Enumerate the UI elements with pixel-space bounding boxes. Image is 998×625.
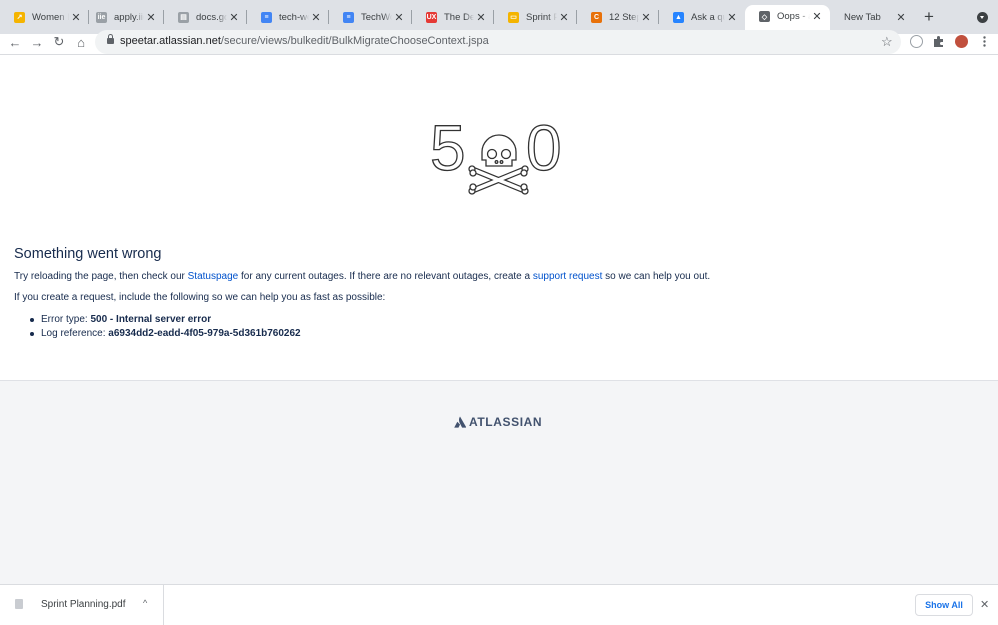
tab-close-icon[interactable]: ✕ xyxy=(392,11,406,24)
tab-close-icon[interactable]: ✕ xyxy=(309,11,323,24)
tab-favicon-icon: iie xyxy=(96,11,107,23)
log-reference-item: Log reference: a6934dd2-eadd-4f05-979a-5… xyxy=(28,327,301,341)
error-500-illustration: 5 0 xyxy=(429,111,570,212)
hero-digit-right: 0 xyxy=(526,112,562,184)
tab-search-icon[interactable] xyxy=(977,12,988,23)
tab-title[interactable]: New Tab xyxy=(844,12,894,23)
home-icon[interactable]: ⌂ xyxy=(73,34,89,50)
browser-tab[interactable]: C 12 Steps✕ xyxy=(577,6,659,28)
tab-close-icon[interactable]: ✕ xyxy=(810,10,824,23)
bookmark-star-icon[interactable]: ☆ xyxy=(881,34,893,50)
tab-title[interactable]: tech-wom xyxy=(279,12,309,23)
tab-title[interactable]: apply.iie.o xyxy=(114,12,144,23)
back-icon[interactable]: ← xyxy=(7,34,23,50)
tab-close-icon[interactable]: ✕ xyxy=(639,11,653,24)
tab-favicon-icon: ▤ xyxy=(178,11,189,23)
reload-icon[interactable]: ↻ xyxy=(51,34,67,50)
error-heading: Something went wrong xyxy=(14,246,162,262)
support-request-link[interactable]: support request xyxy=(533,271,603,282)
new-tab-button[interactable]: + xyxy=(921,8,937,25)
tab-favicon-icon: ◇ xyxy=(759,11,770,22)
puzzle-icon[interactable] xyxy=(932,35,945,48)
tab-favicon-icon: ≡ xyxy=(343,11,354,23)
tab-favicon-icon: C xyxy=(591,11,602,23)
hero-digit-left: 5 xyxy=(430,112,466,184)
tab-title[interactable]: The Desig xyxy=(444,12,474,23)
tab-close-icon[interactable]: ✕ xyxy=(69,11,83,24)
show-all-button[interactable]: Show All xyxy=(915,594,973,616)
browser-tab[interactable]: ≡ TechWom✕ xyxy=(329,6,412,28)
download-bar: Sprint Planning.pdf ^ Show All ✕ xyxy=(0,584,998,625)
tab-title[interactable]: docs.goo xyxy=(196,12,227,23)
tab-title[interactable]: Sprint Pla xyxy=(526,12,557,23)
error-instructions: Try reloading the page, then check our S… xyxy=(14,271,711,282)
tab-favicon-icon: ▭ xyxy=(508,11,519,23)
browser-tab[interactable]: ▲ Ask a que✕ xyxy=(659,6,745,28)
browser-tab[interactable]: ≡ tech-wom✕ xyxy=(247,6,329,28)
address-bar[interactable]: speetar.atlassian.net/secure/views/bulke… xyxy=(95,30,901,54)
tab-favicon-icon: ▲ xyxy=(673,11,684,23)
browser-tab[interactable]: ↗ Women D✕ xyxy=(0,6,89,28)
tab-title[interactable]: Women D xyxy=(32,12,69,23)
tab-title[interactable]: TechWom xyxy=(361,12,392,23)
error-details-list: Error type: 500 - Internal server error … xyxy=(28,313,301,341)
url-text[interactable]: speetar.atlassian.net/secure/views/bulke… xyxy=(120,35,489,47)
close-download-bar-icon[interactable]: ✕ xyxy=(980,598,989,611)
download-item[interactable]: Sprint Planning.pdf ^ xyxy=(0,585,164,625)
tab-close-icon[interactable]: ✕ xyxy=(557,11,571,24)
statuspage-link[interactable]: Statuspage xyxy=(188,271,239,282)
tab-favicon-icon: UX xyxy=(426,11,437,23)
tab-favicon-icon: ↗ xyxy=(14,11,25,23)
page-footer xyxy=(0,380,998,584)
tab-title[interactable]: Oops - an xyxy=(777,11,810,22)
browser-tab[interactable]: UX The Desig✕ xyxy=(412,6,494,28)
tab-title[interactable]: Ask a que xyxy=(691,12,725,23)
tab-title[interactable]: 12 Steps xyxy=(609,12,639,23)
atlassian-wordmark: ATLASSIAN xyxy=(469,415,543,429)
menu-icon[interactable] xyxy=(978,35,991,48)
tab-close-icon[interactable]: ✕ xyxy=(227,11,241,24)
extension-icon[interactable] xyxy=(910,35,923,48)
tab-favicon-icon: ≡ xyxy=(261,11,272,23)
atlassian-logo-icon xyxy=(454,416,466,428)
browser-tab[interactable]: ▤ docs.goo✕ xyxy=(164,6,247,28)
tab-strip: ↗Women D✕iieapply.iie.o✕▤docs.goo✕≡tech-… xyxy=(0,0,998,34)
forward-icon[interactable]: → xyxy=(29,34,45,50)
request-instructions: If you create a request, include the fol… xyxy=(14,292,386,303)
profile-avatar[interactable] xyxy=(955,35,968,48)
error-type-item: Error type: 500 - Internal server error xyxy=(28,313,301,327)
browser-tab[interactable]: ▭ Sprint Pla✕ xyxy=(494,6,577,28)
toolbar-divider xyxy=(0,54,998,55)
tab-close-icon[interactable]: ✕ xyxy=(474,11,488,24)
tab-close-icon[interactable]: ✕ xyxy=(144,11,158,24)
browser-tab[interactable]: New Tab ✕ xyxy=(830,6,914,28)
chevron-up-icon[interactable]: ^ xyxy=(143,598,147,608)
lock-icon[interactable] xyxy=(107,34,114,44)
atlassian-logo[interactable]: ATLASSIAN xyxy=(454,414,542,430)
download-file-name[interactable]: Sprint Planning.pdf xyxy=(41,599,126,610)
browser-tab[interactable]: iie apply.iie.o✕ xyxy=(82,6,164,28)
pdf-file-icon xyxy=(15,599,23,609)
tab-close-icon[interactable]: ✕ xyxy=(894,11,908,24)
skull-crossbones-icon xyxy=(468,134,529,195)
tab-close-icon[interactable]: ✕ xyxy=(725,11,739,24)
